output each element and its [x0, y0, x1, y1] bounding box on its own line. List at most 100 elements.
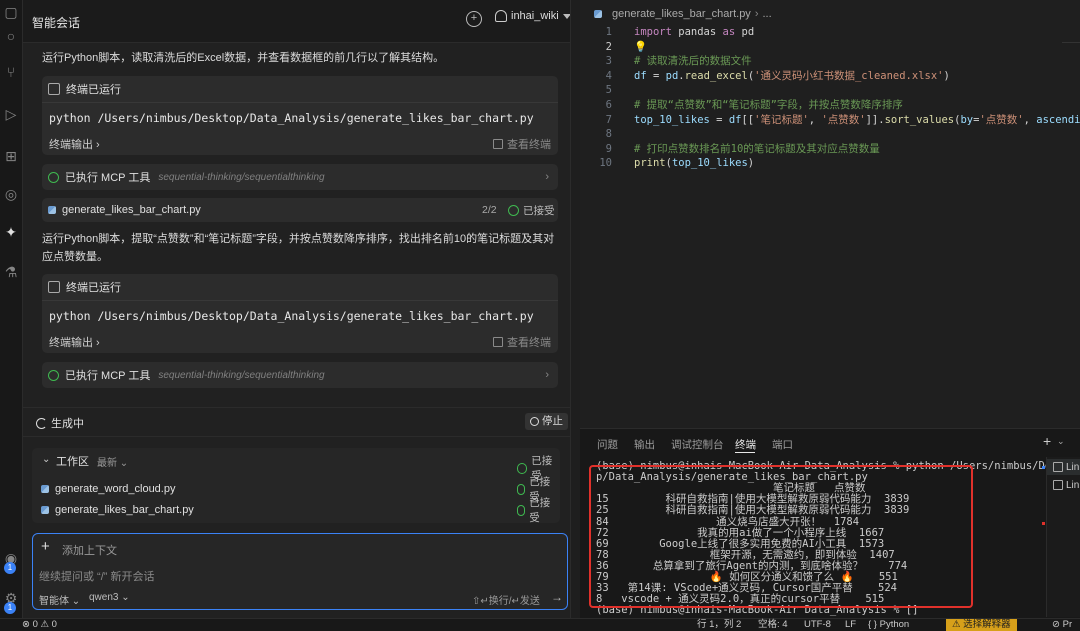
mcp-tool-card-1[interactable]: 已执行 MCP 工具 sequential-thinking/sequentia…: [42, 164, 558, 190]
code-text: import pandas as pd: [634, 25, 754, 40]
new-terminal-icon[interactable]: +: [1043, 433, 1051, 449]
code-line[interactable]: 3 # 读取清洗后的数据文件: [580, 54, 1080, 69]
spinner-icon: [36, 417, 47, 429]
ai-assistant-icon[interactable]: ✦: [1, 222, 21, 242]
chevron-down-icon[interactable]: ⌄: [1057, 436, 1065, 447]
code-line[interactable]: 10 print(top_10_likes): [580, 156, 1080, 171]
add-context-label[interactable]: 添加上下文: [62, 542, 117, 558]
encoding[interactable]: UTF-8: [804, 619, 831, 631]
scroll-marker: [1042, 522, 1045, 525]
model-select[interactable]: qwen3 ⌄: [89, 592, 130, 603]
code-line[interactable]: 6 # 提取“点赞数”和“笔记标题”字段，并按点赞数降序排序: [580, 98, 1080, 113]
generating-status: 生成中: [36, 415, 84, 431]
language-mode[interactable]: { } Python: [868, 619, 909, 631]
python-file-icon: [48, 206, 56, 214]
code-token: # 打印点赞数排名前10的笔记标题及其对应点赞数量: [634, 142, 880, 155]
code-token: 💡: [634, 40, 648, 53]
search-icon[interactable]: ○: [1, 26, 21, 46]
breadcrumb-file[interactable]: generate_likes_bar_chart.py: [612, 8, 751, 20]
explorer-icon[interactable]: ▢: [1, 2, 21, 22]
tab-debug-console[interactable]: 调试控制台: [671, 437, 724, 452]
interpreter-select[interactable]: ⚠ 选择解释器: [946, 619, 1017, 631]
tab-terminal[interactable]: 终端: [735, 437, 756, 452]
source-control-icon[interactable]: ⑂: [1, 62, 21, 82]
tab-output[interactable]: 输出: [634, 437, 655, 452]
code-line[interactable]: 8: [580, 127, 1080, 142]
code-text: print(top_10_likes): [634, 156, 754, 171]
mcp-tool-card-2[interactable]: 已执行 MCP 工具 sequential-thinking/sequentia…: [42, 362, 558, 388]
add-context-icon[interactable]: +: [41, 538, 50, 555]
activity-bar: ▢ ○ ⑂ ▷ ⊞ ◎ ✦ ⚗ ◉ 1 ⚙ 1: [0, 0, 23, 618]
breadcrumb-more[interactable]: ...: [762, 8, 771, 20]
tab-ports[interactable]: 端口: [772, 437, 793, 452]
code-token: as: [722, 26, 736, 38]
breadcrumb[interactable]: generate_likes_bar_chart.py › ...: [594, 8, 772, 20]
terminal-list-item[interactable]: Lin: [1047, 459, 1080, 475]
code-token: ): [747, 157, 755, 170]
code-token: df: [634, 69, 647, 82]
mode-select[interactable]: 智能体 ⌄: [39, 592, 80, 607]
terminal-card-2: 终端已运行 python /Users/nimbus/Desktop/Data_…: [42, 274, 558, 353]
run-debug-icon[interactable]: ▷: [1, 104, 21, 124]
code-line[interactable]: 2 💡: [580, 40, 1080, 55]
code-token: '通义灵码小红书数据_cleaned.xlsx': [754, 69, 944, 82]
workspace-file[interactable]: generate_likes_bar_chart.py 已接受: [41, 497, 551, 524]
testing-icon[interactable]: ⚗: [1, 262, 21, 282]
check-circle-icon: [517, 462, 528, 474]
code-token: top_10_likes: [671, 157, 748, 170]
line-ending[interactable]: LF: [845, 619, 856, 631]
line-number: 3: [605, 55, 612, 68]
file-card[interactable]: generate_likes_bar_chart.py 2/2 已接受: [42, 198, 558, 222]
view-terminal-button[interactable]: 查看终端: [493, 334, 551, 350]
terminal-label: 终端已运行: [66, 282, 121, 294]
new-chat-icon[interactable]: +: [466, 11, 482, 27]
code-line[interactable]: 9 # 打印点赞数排名前10的笔记标题及其对应点赞数量: [580, 142, 1080, 157]
code-line[interactable]: 5: [580, 83, 1080, 98]
scroll-marker: [1042, 466, 1045, 469]
code-line[interactable]: 7 top_10_likes = df[['笔记标题', '点赞数']].sort…: [580, 113, 1080, 128]
mcp-label: 已执行 MCP 工具: [65, 370, 151, 382]
code-text: df = pd.read_excel('通义灵码小红书数据_cleaned.xl…: [634, 69, 950, 84]
cursor-position[interactable]: 行 1，列 2: [697, 619, 741, 631]
tab-problems[interactable]: 问题: [597, 437, 618, 452]
external-link-icon: [493, 139, 503, 149]
extensions-icon[interactable]: ⊞: [1, 146, 21, 166]
user-menu[interactable]: inhai_wiki: [495, 10, 570, 22]
code-token: ,: [1023, 113, 1037, 126]
workspace-header[interactable]: ⌄ 工作区 最新 ⌄ 已接受: [32, 448, 560, 482]
send-icon[interactable]: →: [551, 590, 563, 604]
code-line[interactable]: 1 import pandas as pd: [580, 25, 1080, 40]
python-file-icon: [594, 10, 602, 18]
terminal-list-item[interactable]: Lin: [1047, 477, 1080, 493]
problems-count[interactable]: ⊗ 0 ⚠ 0: [22, 619, 57, 631]
code-token: sort_values: [884, 113, 955, 126]
chat-input[interactable]: 继续提问或 “/” 新开会话: [39, 568, 155, 584]
generating-bar: 生成中 停止: [23, 407, 570, 437]
terminal-output-toggle[interactable]: 终端输出 ›: [49, 334, 100, 350]
line-number: 9: [605, 142, 612, 155]
chevron-right-icon: ›: [545, 171, 549, 183]
line-number: 7: [605, 113, 612, 126]
code-token: ,: [808, 113, 822, 126]
python-file-icon: [41, 506, 49, 514]
code-token: pandas: [671, 26, 723, 38]
code-token: [[: [741, 113, 755, 126]
chat-title: 智能会话: [32, 16, 81, 30]
code-token: import: [634, 26, 672, 38]
status-extra[interactable]: ⊘ Pr: [1052, 619, 1072, 631]
code-token: '笔记标题': [754, 113, 809, 126]
view-terminal-button[interactable]: 查看终端: [493, 136, 551, 152]
remote-icon[interactable]: ◎: [1, 184, 21, 204]
indentation[interactable]: 空格: 4: [758, 619, 788, 631]
chat-input-box[interactable]: + 添加上下文 继续提问或 “/” 新开会话 智能体 ⌄ qwen3 ⌄ ⇧↵换…: [32, 533, 568, 610]
intro-text: 运行Python脚本，读取清洗后的Excel数据，并查看数据框的前几行以了解其结…: [42, 52, 445, 64]
terminal-icon: [1053, 462, 1063, 472]
workspace-filter[interactable]: 最新 ⌄: [97, 454, 128, 469]
terminal-label: 终端已运行: [66, 84, 121, 96]
terminal-output-toggle[interactable]: 终端输出 ›: [49, 136, 100, 152]
minimap: [1062, 30, 1080, 43]
workspace-file[interactable]: generate_word_cloud.py 已接受: [41, 476, 551, 503]
stop-button[interactable]: 停止: [525, 413, 568, 430]
code-line[interactable]: 4 df = pd.read_excel('通义灵码小红书数据_cleaned.x…: [580, 69, 1080, 84]
terminal-card-1: 终端已运行 python /Users/nimbus/Desktop/Data_…: [42, 76, 558, 155]
